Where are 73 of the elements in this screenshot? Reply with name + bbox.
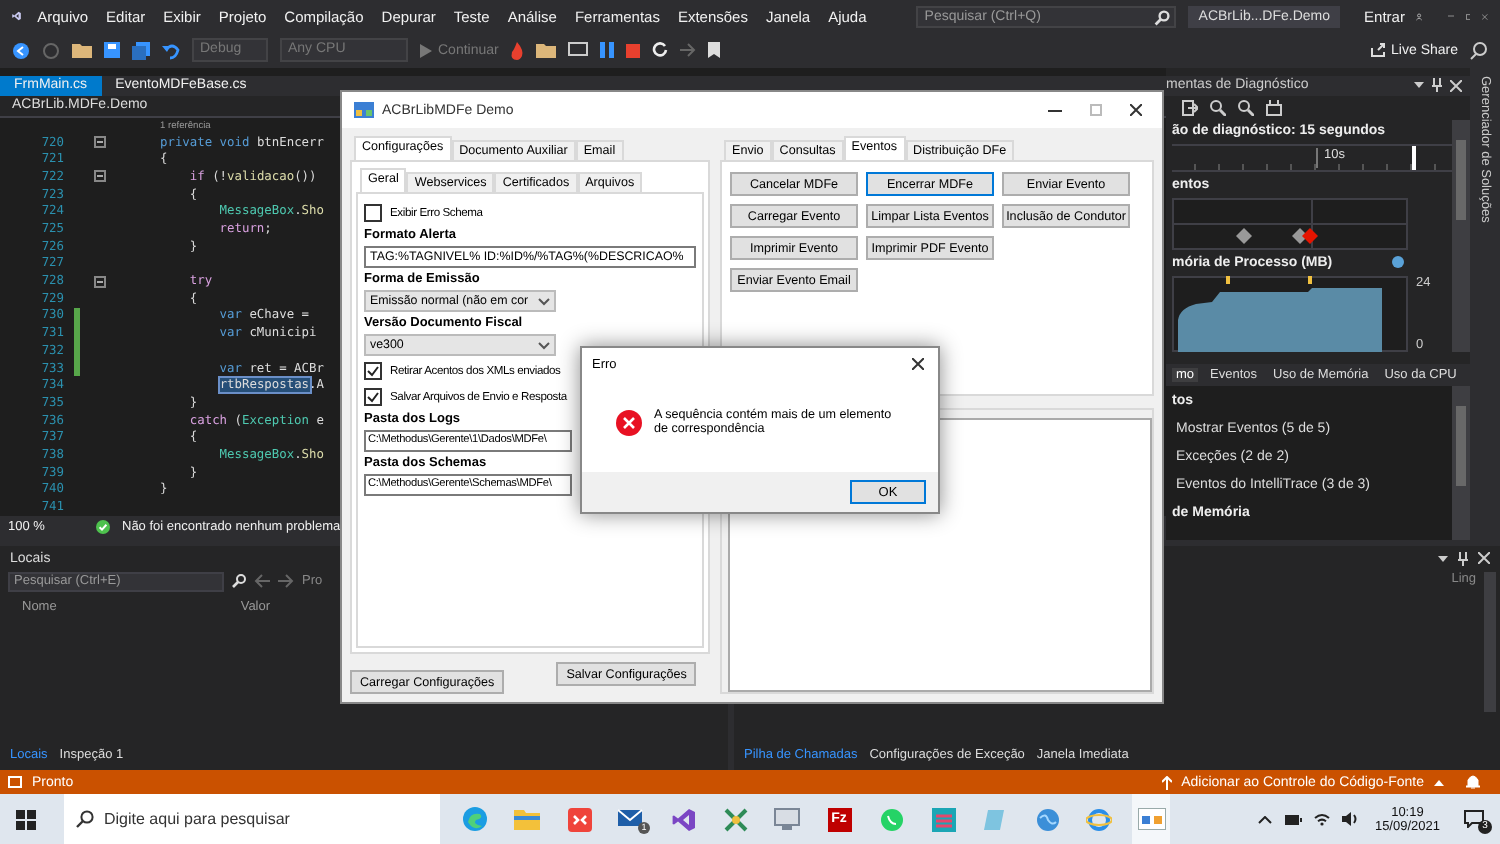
dropdown-icon[interactable] — [1414, 82, 1424, 89]
volume-icon[interactable] — [1342, 812, 1359, 826]
fit-icon[interactable] — [1266, 99, 1282, 116]
checkbox[interactable] — [364, 362, 382, 380]
chevron-down-icon — [538, 297, 550, 305]
back-arrow-icon[interactable] — [254, 574, 270, 589]
scrollbar[interactable] — [1452, 385, 1470, 540]
range-handle[interactable] — [1412, 145, 1416, 170]
legend-dot-icon — [1392, 256, 1405, 269]
error-icon — [616, 409, 642, 435]
back-icon[interactable] — [12, 41, 30, 60]
bookmark-icon[interactable] — [708, 42, 721, 59]
arrow-up-icon — [1161, 775, 1172, 790]
monitor-icon — [774, 808, 800, 830]
maximize-icon[interactable] — [1465, 9, 1471, 24]
scrollbar[interactable] — [1452, 119, 1470, 352]
collapse-icon[interactable] — [94, 275, 106, 288]
wifi-icon[interactable] — [1314, 812, 1331, 826]
zoom-out-icon[interactable] — [1238, 99, 1254, 116]
undo-icon[interactable] — [162, 41, 180, 60]
folder-icon[interactable] — [72, 42, 92, 59]
search-icon[interactable] — [232, 574, 246, 589]
chevron-down-icon — [538, 341, 550, 349]
checkbox[interactable] — [364, 204, 382, 222]
windows-logo-icon[interactable] — [16, 809, 36, 829]
battery-icon[interactable] — [1284, 813, 1303, 825]
collapse-icon[interactable] — [94, 136, 106, 149]
save-icon[interactable] — [104, 42, 120, 59]
browser-icon — [462, 806, 488, 832]
person-icon — [1416, 7, 1424, 26]
flame-icon[interactable] — [510, 41, 525, 60]
event-marker[interactable] — [1236, 227, 1252, 244]
ring-icon — [1086, 807, 1112, 831]
share-icon — [1369, 42, 1386, 59]
folder-icon — [514, 808, 540, 830]
forward-arrow-icon[interactable] — [278, 574, 294, 589]
close-icon[interactable] — [1130, 104, 1142, 116]
collapse-icon[interactable] — [94, 170, 106, 183]
checkbox[interactable] — [364, 388, 382, 406]
ribbon-icon — [671, 807, 695, 831]
save-all-icon[interactable] — [132, 41, 150, 60]
minimize-icon[interactable] — [1048, 109, 1062, 111]
taskbar-button[interactable] — [1132, 794, 1170, 844]
chat-bubble-icon — [879, 807, 903, 831]
play-icon — [420, 43, 432, 58]
restart-icon[interactable] — [652, 42, 669, 59]
window-icon — [8, 776, 22, 789]
pin-icon[interactable] — [1432, 78, 1442, 93]
cross-arrows-icon — [723, 807, 747, 831]
exception-marker[interactable] — [1302, 227, 1318, 244]
stack-icon — [931, 807, 955, 831]
monitor-icon[interactable] — [568, 42, 589, 59]
search-icon — [1154, 9, 1171, 26]
step-icon[interactable] — [680, 42, 697, 59]
check-icon — [96, 520, 110, 535]
search-field[interactable]: Digite aqui para pesquisar — [64, 794, 440, 844]
caret-icon — [1434, 779, 1444, 786]
notification-icon[interactable] — [1464, 810, 1484, 828]
pause-icon[interactable] — [600, 42, 615, 59]
chevron-up-icon[interactable] — [1258, 815, 1273, 823]
export-icon[interactable] — [1182, 99, 1198, 116]
zoom-in-icon[interactable] — [1210, 99, 1226, 116]
folder-icon[interactable] — [536, 42, 557, 59]
pin-icon[interactable] — [1458, 551, 1468, 566]
window-thumbnail-icon — [1137, 808, 1165, 830]
bell-icon[interactable] — [1466, 774, 1480, 791]
envelope-icon — [618, 808, 644, 830]
dropdown-icon[interactable] — [1438, 555, 1448, 562]
globe-icon — [1035, 807, 1059, 831]
stop-icon[interactable] — [626, 43, 641, 58]
app-icon — [354, 102, 374, 118]
arrows-icon — [567, 807, 591, 831]
close-icon[interactable] — [912, 358, 924, 370]
